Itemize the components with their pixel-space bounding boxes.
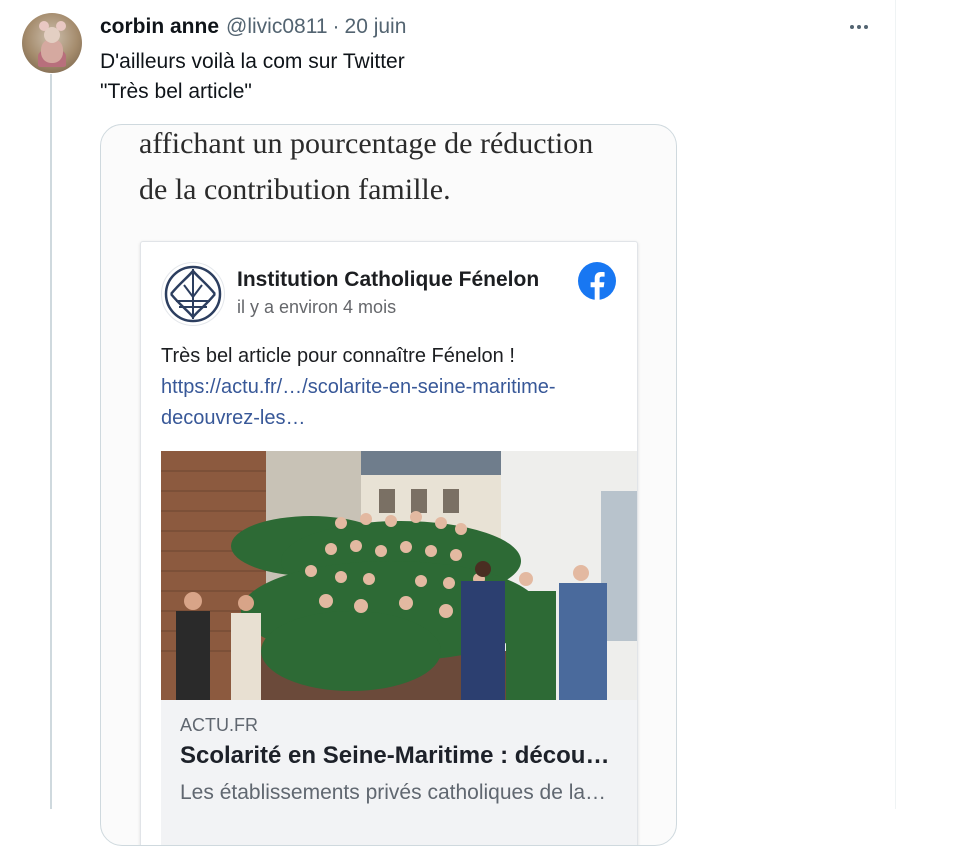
- page-name[interactable]: Institution Catholique Fénelon: [237, 268, 539, 292]
- tweet-date[interactable]: 20 juin: [345, 15, 407, 39]
- more-horizontal-icon: [850, 25, 868, 29]
- link-description: Les établissements privés catholiques de…: [180, 781, 607, 804]
- separator-dot: ·: [332, 15, 340, 38]
- link-domain: ACTU.FR: [180, 715, 258, 735]
- article-text-line: affichant un pourcentage de réduction: [139, 127, 594, 160]
- article-text-line: de la contribution famille.: [139, 173, 451, 206]
- group-photo[interactable]: [161, 451, 637, 700]
- thread-connector-line: [50, 74, 52, 809]
- article-link[interactable]: https://actu.fr/…/scolarite-en-seine-mar…: [161, 376, 556, 399]
- link-preview[interactable]: ACTU.FR Scolarité en Seine-Maritime : dé…: [161, 700, 637, 845]
- author-handle[interactable]: @livic0811: [226, 15, 327, 39]
- avatar[interactable]: [22, 13, 82, 73]
- facebook-post-card: Institution Catholique Fénelon il y a en…: [140, 241, 638, 845]
- tweet-text-line: D'ailleurs voilà la com sur Twitter: [100, 50, 405, 73]
- column-divider: [895, 0, 896, 809]
- tweet-header: corbin anne @livic0811 · 20 juin: [100, 15, 406, 39]
- post-text: Très bel article pour connaître Fénelon …: [161, 345, 515, 367]
- facebook-icon[interactable]: [577, 261, 617, 301]
- page-logo: [161, 262, 225, 326]
- attached-screenshot[interactable]: affichant un pourcentage de réduction de…: [100, 124, 677, 846]
- tweet-text-line: "Très bel article": [100, 80, 252, 103]
- author-name[interactable]: corbin anne: [100, 15, 219, 39]
- article-link-continued[interactable]: decouvrez-les…: [161, 407, 306, 430]
- post-timestamp: il y a environ 4 mois: [237, 297, 397, 317]
- more-options-button[interactable]: [844, 14, 874, 40]
- link-title[interactable]: Scolarité en Seine-Maritime : découvrez …: [180, 742, 620, 770]
